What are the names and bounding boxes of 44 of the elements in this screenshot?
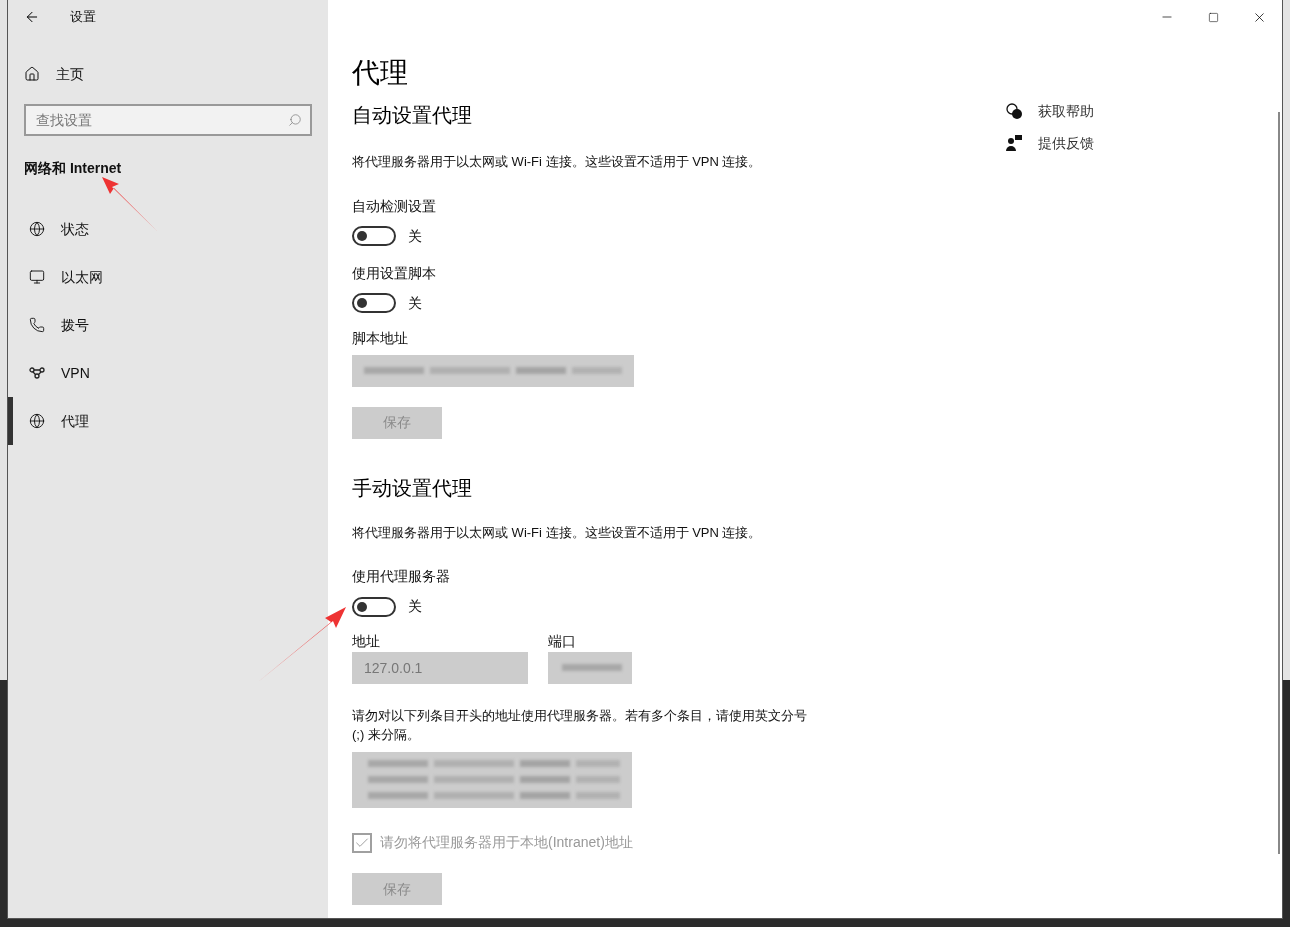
toggle-label: 自动检测设置 (352, 196, 437, 216)
port-field[interactable] (548, 652, 632, 684)
toggle-switch[interactable] (352, 226, 396, 246)
toggle-label: 使用设置脚本 (352, 263, 437, 283)
sidebar-item[interactable]: VPN (8, 349, 328, 397)
field-label: 脚本地址 (352, 328, 409, 348)
section-heading: 自动设置代理 (352, 103, 473, 128)
toggle-label: 使用代理服务器 (352, 567, 451, 586)
nav-icon (29, 269, 45, 285)
toggle-switch[interactable] (352, 596, 396, 617)
sidebar-item[interactable]: 代理 (8, 397, 328, 445)
vpn-icon (29, 367, 45, 379)
nav-icon (29, 317, 45, 333)
back-icon[interactable] (24, 9, 40, 25)
home-link[interactable]: 主页 (24, 56, 328, 92)
page-title: 代理 (352, 56, 409, 90)
exceptions-field[interactable] (352, 752, 632, 808)
help-link[interactable]: 获取帮助 (1006, 100, 1094, 122)
feedback-person-icon (1006, 135, 1022, 151)
field-label: 端口 (548, 632, 577, 651)
toggle-switch[interactable] (352, 293, 396, 313)
description-text: 将代理服务器用于以太网或 Wi-Fi 连接。这些设置不适用于 VPN 连接。 (352, 153, 763, 171)
nav-icon (29, 221, 45, 237)
description-text: 将代理服务器用于以太网或 Wi-Fi 连接。这些设置不适用于 VPN 连接。 (352, 523, 763, 542)
maximize-icon (1207, 11, 1219, 23)
home-icon (24, 66, 40, 82)
script-address-field[interactable] (352, 354, 634, 387)
toggle-state: 关 (408, 293, 422, 313)
description-text: 请勿对以下列条目开头的地址使用代理服务器。若有多个条目，请使用英文分号 (;) 来分隔。 (352, 707, 808, 744)
toggle-state: 关 (408, 597, 422, 616)
window-title: 设置 (70, 8, 96, 27)
help-link[interactable]: 提供反馈 (1006, 132, 1094, 154)
sidebar-item[interactable]: 拨号 (8, 301, 328, 349)
help-chat-icon (1006, 103, 1022, 119)
sidebar-item[interactable]: 以太网 (8, 253, 328, 301)
section-heading: 手动设置代理 (352, 475, 473, 501)
checkbox-label: 请勿将代理服务器用于本地(Intranet)地址 (380, 833, 633, 852)
nav-icon (29, 413, 45, 429)
search-field[interactable]: 查找设置 (24, 104, 312, 136)
section-heading: 网络和 Internet (24, 159, 123, 178)
toggle-state: 关 (408, 226, 422, 246)
sidebar-item[interactable]: 状态 (8, 205, 328, 253)
search-icon (288, 113, 302, 127)
field-label: 地址 (352, 632, 381, 651)
